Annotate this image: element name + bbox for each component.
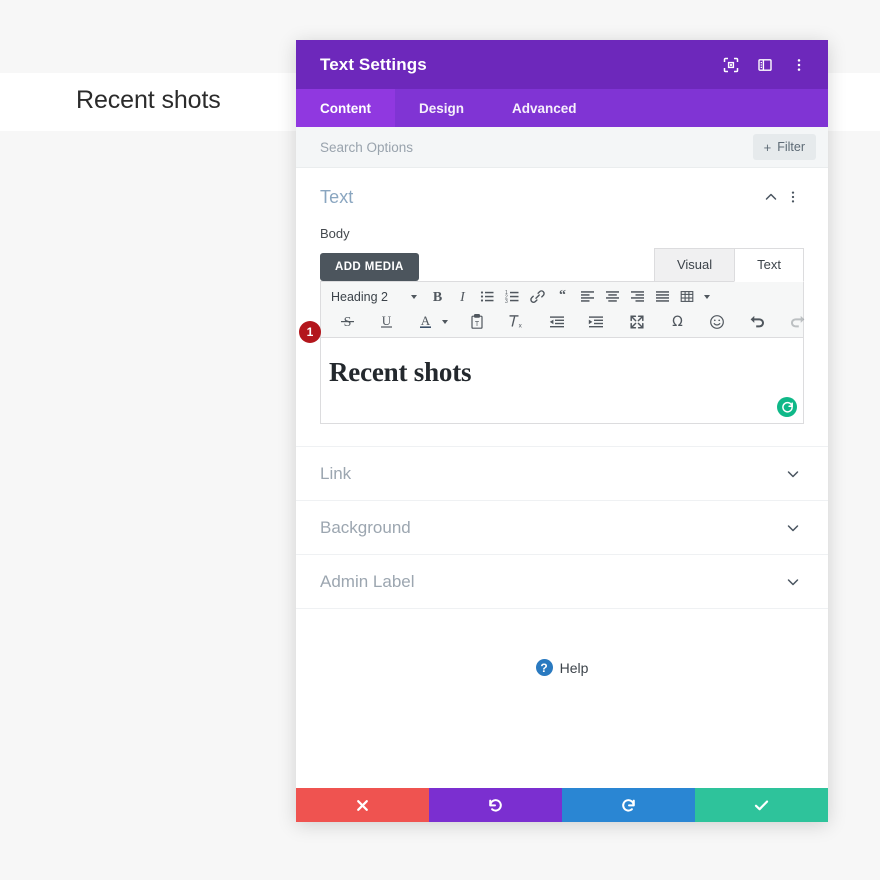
section-admin-label-title: Admin Label: [320, 571, 415, 591]
modal-title: Text Settings: [320, 54, 427, 74]
section-background-title: Background: [320, 517, 411, 537]
align-right-icon[interactable]: [625, 284, 650, 309]
editor-toolbar-top: ADD MEDIA Visual Text: [320, 248, 804, 282]
undo-button[interactable]: [429, 788, 562, 822]
redo-icon[interactable]: [784, 309, 809, 334]
strikethrough-icon[interactable]: S: [335, 309, 360, 334]
tab-advanced[interactable]: Advanced: [488, 89, 601, 127]
filter-label: Filter: [777, 140, 805, 154]
indent-icon[interactable]: [583, 309, 608, 334]
more-vertical-icon[interactable]: [784, 50, 814, 80]
modal-header: Text Settings: [296, 40, 828, 89]
page-heading: Recent shots: [76, 86, 221, 114]
body-field-label: Body: [320, 226, 350, 241]
modal-footer: [296, 788, 828, 822]
section-admin-label[interactable]: Admin Label: [296, 554, 828, 608]
fullscreen-icon[interactable]: [624, 309, 649, 334]
table-chevron-down-icon[interactable]: [704, 294, 710, 299]
save-button[interactable]: [695, 788, 828, 822]
modal-body: Text Body ADD MEDIA Visual Text Heading …: [296, 168, 828, 788]
editor-heading-text: Recent shots: [329, 357, 472, 387]
align-center-icon[interactable]: [600, 284, 625, 309]
text-section-menu-icon[interactable]: [782, 186, 804, 208]
text-color-icon[interactable]: A: [413, 309, 438, 334]
svg-text:Ω: Ω: [672, 314, 683, 330]
focus-icon[interactable]: [716, 50, 746, 80]
chevron-up-icon[interactable]: [760, 186, 782, 208]
plus-icon: +: [763, 139, 772, 155]
chevron-down-icon: [411, 294, 417, 299]
clear-formatting-icon[interactable]: x: [503, 309, 528, 334]
emoji-icon[interactable]: [704, 309, 729, 334]
redo-button[interactable]: [562, 788, 695, 822]
refresh-icon[interactable]: [777, 397, 797, 417]
text-section-header: Text: [320, 186, 804, 208]
add-media-button[interactable]: ADD MEDIA: [320, 253, 419, 281]
tab-design[interactable]: Design: [395, 89, 488, 127]
tab-content[interactable]: Content: [296, 89, 395, 127]
editor-format-toolbar: Heading 2 B I 1 2 3 “ S U A T x Ω: [320, 281, 804, 338]
underline-icon[interactable]: U: [374, 309, 399, 334]
align-left-icon[interactable]: [575, 284, 600, 309]
help-row: ? Help: [296, 608, 828, 698]
editor-mode-tabs: Visual Text: [653, 248, 804, 282]
modal-header-actions: [716, 50, 814, 80]
svg-text:T: T: [474, 321, 479, 328]
question-mark-icon[interactable]: ?: [535, 659, 553, 676]
undo-icon[interactable]: [745, 309, 770, 334]
text-section-title: Text: [320, 186, 354, 207]
svg-text:x: x: [519, 322, 523, 329]
tab-visual[interactable]: Visual: [653, 248, 735, 282]
help-label[interactable]: Help: [560, 660, 589, 676]
bulleted-list-icon[interactable]: [475, 284, 500, 309]
outdent-icon[interactable]: [544, 309, 569, 334]
blockquote-icon[interactable]: “: [550, 284, 575, 309]
search-bar: + Filter: [296, 127, 828, 168]
format-select-value: Heading 2: [331, 289, 388, 304]
bold-icon[interactable]: B: [425, 284, 450, 309]
chevron-down-icon[interactable]: [782, 571, 804, 593]
paste-as-text-icon[interactable]: T: [464, 309, 489, 334]
tab-text[interactable]: Text: [734, 248, 804, 282]
svg-text:A: A: [421, 313, 431, 328]
section-link-title: Link: [320, 463, 352, 483]
chevron-down-icon[interactable]: [782, 463, 804, 485]
text-settings-modal: Text Settings Content Design Advanced Se…: [296, 40, 828, 822]
svg-text:I: I: [459, 290, 466, 305]
text-section: Text Body ADD MEDIA Visual Text Heading …: [296, 168, 828, 446]
cancel-button[interactable]: [296, 788, 429, 822]
special-character-icon[interactable]: Ω: [665, 309, 690, 334]
editor-content-area[interactable]: 1 Recent shots: [299, 321, 804, 424]
section-link[interactable]: Link: [296, 446, 828, 500]
numbered-list-icon[interactable]: 1 2 3: [500, 284, 525, 309]
filter-button[interactable]: + Filter: [752, 134, 816, 160]
step-badge: 1: [299, 321, 321, 343]
svg-text:S: S: [344, 315, 352, 330]
svg-text:U: U: [382, 313, 392, 328]
format-select[interactable]: Heading 2: [325, 284, 421, 309]
search-input[interactable]: [320, 139, 753, 155]
toolbar-row-2: S U A T x Ω: [325, 309, 804, 334]
toolbar-row-1: Heading 2 B I 1 2 3 “: [325, 284, 799, 309]
svg-text:“: “: [559, 288, 566, 303]
section-background[interactable]: Background: [296, 500, 828, 554]
table-icon[interactable]: [675, 284, 700, 309]
align-justify-icon[interactable]: [650, 284, 675, 309]
text-color-chevron-down-icon[interactable]: [442, 319, 448, 324]
link-icon[interactable]: [525, 284, 550, 309]
chevron-down-icon[interactable]: [782, 517, 804, 539]
italic-icon[interactable]: I: [450, 284, 475, 309]
panel-layout-icon[interactable]: [750, 50, 780, 80]
modal-tabs: Content Design Advanced: [296, 89, 828, 127]
svg-text:3: 3: [505, 299, 508, 305]
svg-text:B: B: [433, 290, 442, 305]
